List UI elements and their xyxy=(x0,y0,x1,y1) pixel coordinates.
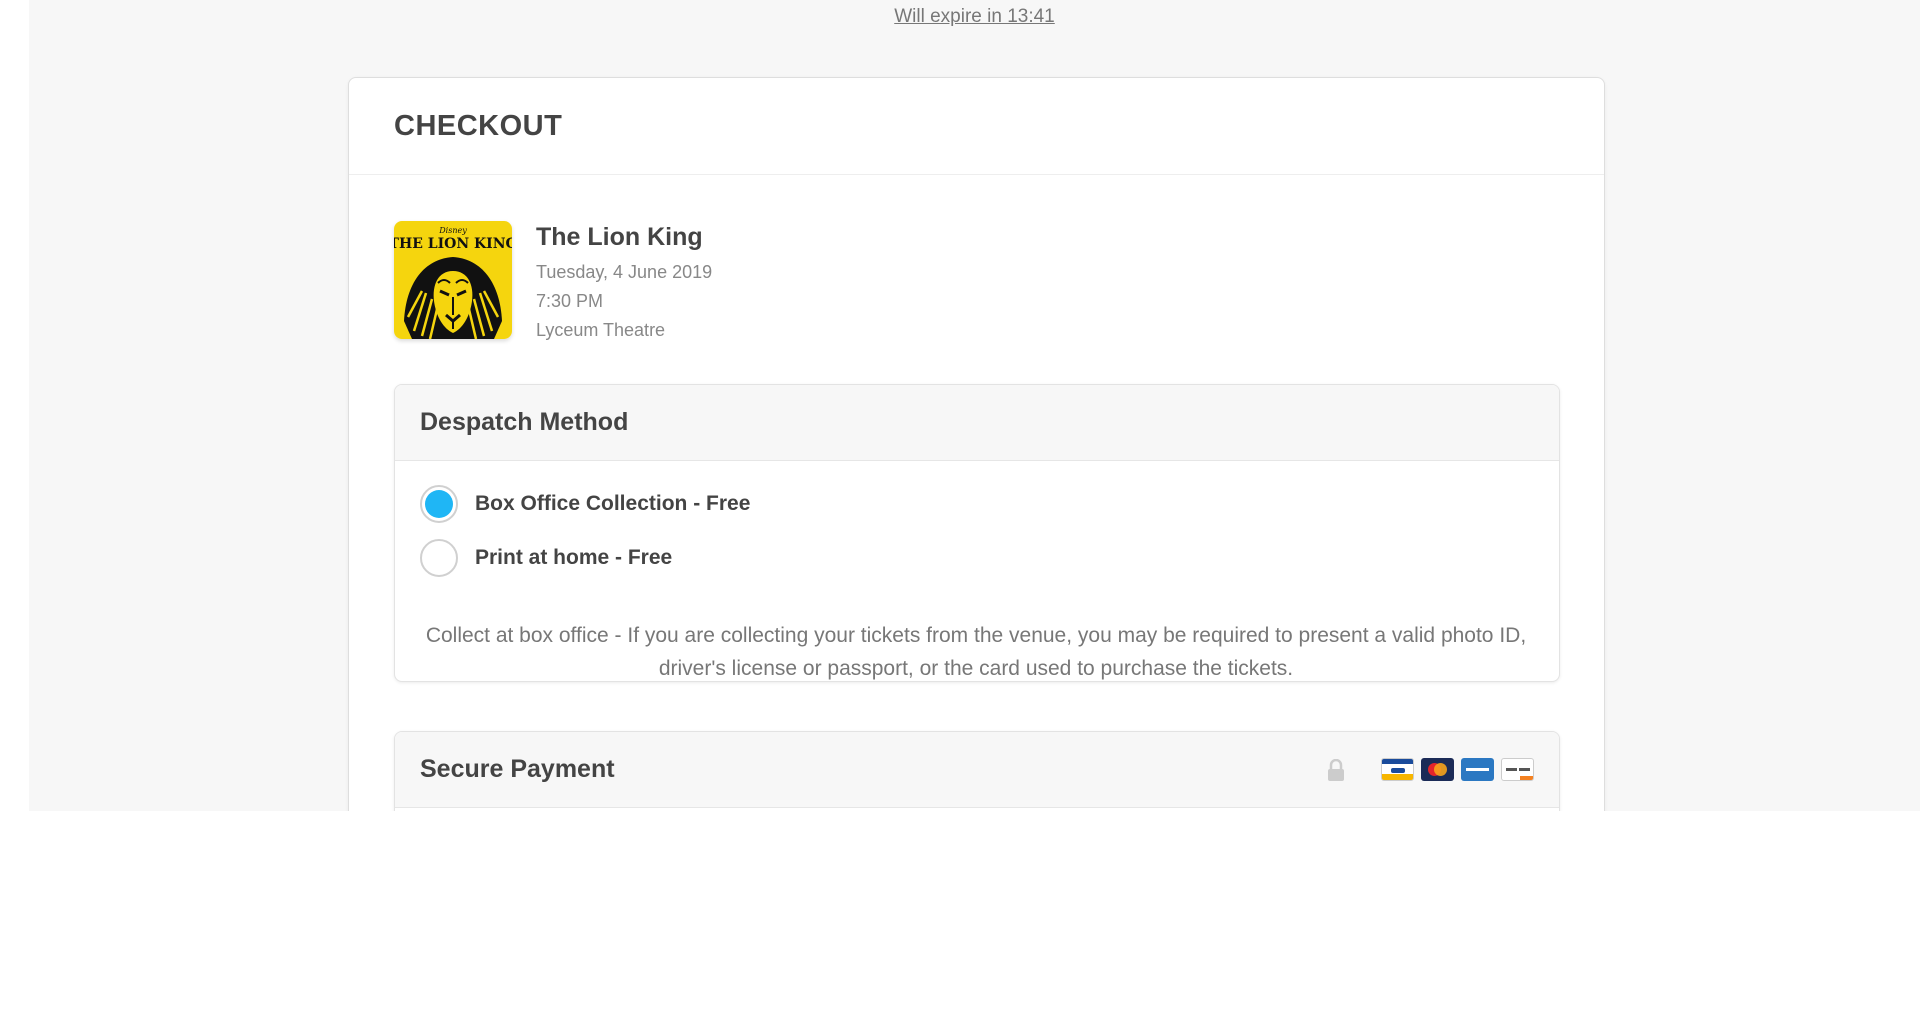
payment-icons xyxy=(1326,758,1534,781)
despatch-option-print-at-home[interactable]: Print at home - Free xyxy=(420,537,1534,579)
despatch-option-label: Print at home - Free xyxy=(475,546,673,569)
despatch-method-header: Despatch Method xyxy=(395,385,1559,461)
despatch-option-box-office[interactable]: Box Office Collection - Free xyxy=(420,483,1534,525)
amex-card-icon xyxy=(1461,758,1494,781)
radio-selected-dot xyxy=(425,490,453,518)
despatch-method-title: Despatch Method xyxy=(420,408,629,436)
radio-button[interactable] xyxy=(420,539,458,577)
checkout-card: CHECKOUT Disney THE LION KING The Lion K… xyxy=(348,77,1605,811)
checkout-header: CHECKOUT xyxy=(349,78,1604,175)
lion-king-poster-icon: Disney THE LION KING xyxy=(394,221,512,339)
radio-button-selected[interactable] xyxy=(420,485,458,523)
lock-icon xyxy=(1328,758,1344,781)
visa-card-icon xyxy=(1381,758,1414,781)
page-title: CHECKOUT xyxy=(394,109,563,142)
despatch-note: Collect at box office - If you are colle… xyxy=(425,624,1527,680)
secure-payment-title: Secure Payment xyxy=(420,755,615,783)
secure-payment-header: Secure Payment xyxy=(395,732,1559,808)
page-viewport: Will expire in 13:41 CHECKOUT Disney THE… xyxy=(29,0,1920,811)
despatch-options: Box Office Collection - Free Print at ho… xyxy=(395,461,1559,579)
mastercard-icon xyxy=(1421,758,1454,781)
event-poster-image: Disney THE LION KING xyxy=(394,221,512,339)
despatch-option-label: Box Office Collection - Free xyxy=(475,492,751,515)
discover-card-icon xyxy=(1501,758,1534,781)
event-details: The Lion King Tuesday, 4 June 2019 7:30 … xyxy=(536,221,712,345)
event-venue: Lyceum Theatre xyxy=(536,320,666,340)
secure-payment-panel: Secure Payment xyxy=(394,731,1560,811)
event-summary: Disney THE LION KING The Lion King Tuesd… xyxy=(394,221,712,345)
expiry-timer-link[interactable]: Will expire in 13:41 xyxy=(29,6,1920,28)
svg-text:THE LION KING: THE LION KING xyxy=(394,236,512,252)
svg-text:Disney: Disney xyxy=(438,226,467,235)
event-date: Tuesday, 4 June 2019 xyxy=(536,262,713,282)
event-title: The Lion King xyxy=(536,223,703,251)
event-time: 7:30 PM xyxy=(536,291,604,311)
